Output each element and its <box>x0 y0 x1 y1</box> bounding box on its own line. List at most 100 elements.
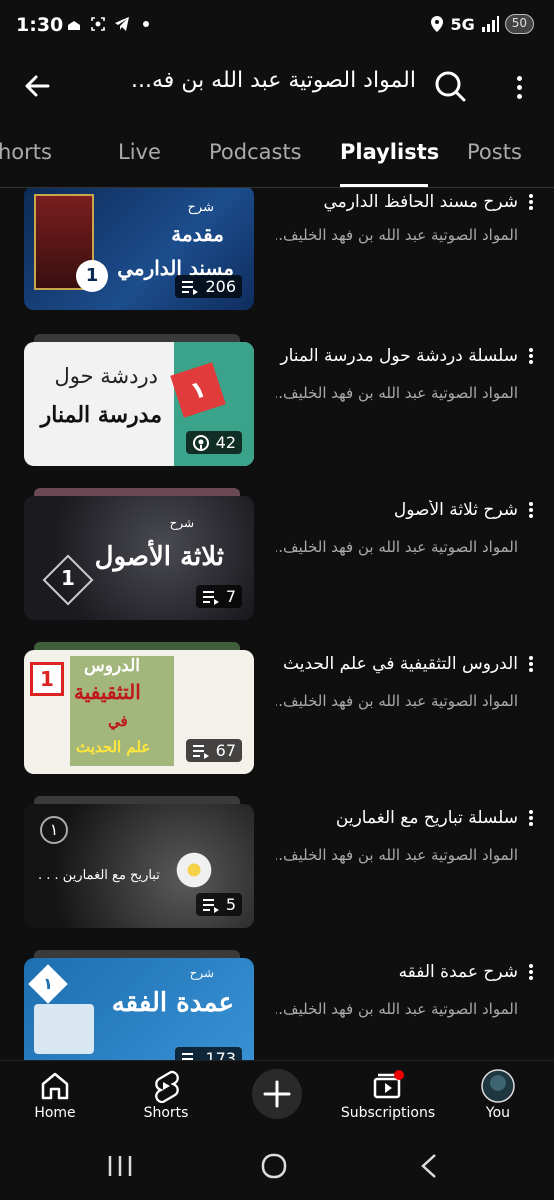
thumb-text: التثقيفية <box>74 680 141 704</box>
episode-number: ١ <box>43 974 53 993</box>
search-icon[interactable] <box>430 66 470 106</box>
playlist-thumbnail[interactable]: شرح ثلاثة الأصول 1 7 <box>24 496 254 620</box>
thumb-text: في <box>108 712 128 730</box>
thumb-text: شرح <box>187 200 214 215</box>
video-count-badge: 42 <box>185 431 242 454</box>
subscriptions-icon <box>373 1070 404 1099</box>
video-count: 7 <box>225 587 236 606</box>
episode-number: ١ <box>40 816 68 844</box>
video-count-badge: 5 <box>195 893 242 916</box>
video-count-badge: 67 <box>185 739 242 762</box>
video-count: 42 <box>215 433 236 452</box>
playlist-thumbnail[interactable]: ١ دردشة حول مدرسة المنار 42 <box>24 342 254 466</box>
playlist-title[interactable]: شرح مسند الحافظ الدارمي <box>276 192 519 212</box>
tab-posts[interactable]: Posts <box>467 140 522 164</box>
playlist-thumbnail[interactable]: ١ شرح عمدة الفقه 173 <box>24 958 254 1060</box>
tab-live[interactable]: Live <box>118 140 161 164</box>
video-count: 206 <box>205 277 236 296</box>
playlist-icon <box>202 898 219 913</box>
item-more-icon[interactable] <box>522 654 540 680</box>
playlist-title[interactable]: سلسلة دردشة حول مدرسة المنار <box>276 346 518 366</box>
battery-indicator: 50 <box>504 14 534 34</box>
more-options-icon[interactable] <box>502 66 536 106</box>
thumb-text: علم الحديث <box>76 738 151 756</box>
avatar <box>481 1069 515 1103</box>
location-icon <box>431 16 444 32</box>
playlist-title[interactable]: الدروس التثقيفية في علم الحديث <box>276 654 518 674</box>
playlist-title[interactable]: شرح ثلاثة الأصول <box>276 500 518 520</box>
thumb-text: تباريح مع الغمارين . . . <box>38 868 160 883</box>
playlist-item[interactable]: ١ دردشة حول مدرسة المنار 42 سلسلة دردشة … <box>0 310 554 466</box>
tab-podcasts[interactable]: Podcasts <box>209 140 302 164</box>
channel-name: المواد الصوتية عبد الله بن فهد الخليف... <box>276 538 518 556</box>
flower-image <box>174 850 214 890</box>
create-icon <box>263 1080 291 1108</box>
home-icon <box>41 1072 69 1100</box>
playlist-icon <box>182 280 199 295</box>
playlist-title[interactable]: سلسلة تباريح مع الغمارين <box>276 808 518 828</box>
video-count-badge: 206 <box>175 275 242 298</box>
create-button[interactable] <box>252 1069 302 1119</box>
status-right: 5G 50 <box>430 14 534 34</box>
item-more-icon[interactable] <box>522 346 540 372</box>
nav-you[interactable]: You <box>448 1065 548 1129</box>
nav-shorts[interactable]: Shorts <box>116 1065 216 1129</box>
notification-icons <box>66 16 154 32</box>
playlist-item[interactable]: ١ تباريح مع الغمارين . . . 5 سلسلة تباري… <box>0 772 554 928</box>
signal-icon <box>481 16 499 32</box>
playlist-item[interactable]: شرح مقدمة مسند الدارمي 1 206 شرح مسند ال… <box>0 188 554 310</box>
nav-subscriptions[interactable]: Subscriptions <box>338 1065 438 1129</box>
back-chevron-icon[interactable] <box>410 1152 450 1180</box>
tab-shorts[interactable]: horts <box>0 140 52 164</box>
status-time: 1:30 <box>16 14 64 36</box>
item-more-icon[interactable] <box>522 808 540 834</box>
thumb-text: شرح <box>169 516 194 530</box>
playlist-list: شرح مقدمة مسند الدارمي 1 206 شرح مسند ال… <box>0 188 554 1060</box>
playlist-title[interactable]: شرح عمدة الفقه <box>276 962 518 982</box>
episode-number: 1 <box>76 260 108 292</box>
thumb-text: شرح <box>189 966 214 980</box>
video-count-badge: 7 <box>195 585 242 608</box>
thumb-text: مدرسة المنار <box>40 402 162 428</box>
playlist-item[interactable]: شرح ثلاثة الأصول 1 7 شرح ثلاثة الأصول ال… <box>0 464 554 620</box>
tab-playlists[interactable]: Playlists <box>340 140 439 164</box>
nav-label: Subscriptions <box>340 1105 436 1121</box>
thumb-text: دردشة حول <box>54 364 158 388</box>
nav-home[interactable]: Home <box>5 1065 105 1129</box>
page-title: المواد الصوتية عبد الله بن فه... <box>131 68 416 93</box>
active-tab-indicator <box>340 184 428 187</box>
playlist-thumbnail[interactable]: شرح مقدمة مسند الدارمي 1 206 <box>24 188 254 310</box>
dot-icon <box>143 21 149 27</box>
item-more-icon[interactable] <box>522 500 540 526</box>
item-more-icon[interactable] <box>522 962 540 988</box>
thumb-text: ثلاثة الأصول <box>94 542 224 572</box>
playlist-icon <box>182 1052 194 1060</box>
channel-name: المواد الصوتية عبد الله بن فهد الخليف... <box>276 384 518 402</box>
video-count: 67 <box>215 741 236 760</box>
podcast-icon <box>192 434 209 451</box>
channel-name: المواد الصوتية عبد الله بن فهد الخليف... <box>276 1000 518 1018</box>
playlist-item[interactable]: 1 الدروس التثقيفية في علم الحديث 67 الدر… <box>0 618 554 774</box>
home-circle-icon[interactable] <box>254 1152 294 1180</box>
nav-label: Shorts <box>143 1105 189 1121</box>
nav-label: You <box>485 1105 511 1121</box>
screenshot-icon <box>91 17 105 31</box>
status-bar: 1:30 5G 50 <box>0 0 554 54</box>
thumb-text: الدروس <box>84 656 140 676</box>
playlist-icon <box>192 744 209 759</box>
video-count: 5 <box>225 895 236 914</box>
recent-apps-icon[interactable] <box>100 1152 140 1180</box>
system-navigation <box>0 1132 554 1200</box>
channel-name: المواد الصوتية عبد الله بن فهد الخليف... <box>276 846 518 864</box>
item-more-icon[interactable] <box>522 192 540 218</box>
back-arrow-icon[interactable] <box>18 66 58 106</box>
telegram-icon <box>115 17 129 31</box>
playlist-thumbnail[interactable]: ١ تباريح مع الغمارين . . . 5 <box>24 804 254 928</box>
shorts-icon <box>155 1070 179 1103</box>
playlist-item[interactable]: ١ شرح عمدة الفقه 173 شرح عمدة الفقه المو… <box>0 926 554 1060</box>
channel-name: المواد الصوتية عبد الله بن فهد الخليف... <box>276 692 518 710</box>
playlist-thumbnail[interactable]: 1 الدروس التثقيفية في علم الحديث 67 <box>24 650 254 774</box>
nav-label: Home <box>34 1105 76 1121</box>
thumb-text: عمدة الفقه <box>111 988 234 1018</box>
network-type: 5G <box>450 14 475 34</box>
